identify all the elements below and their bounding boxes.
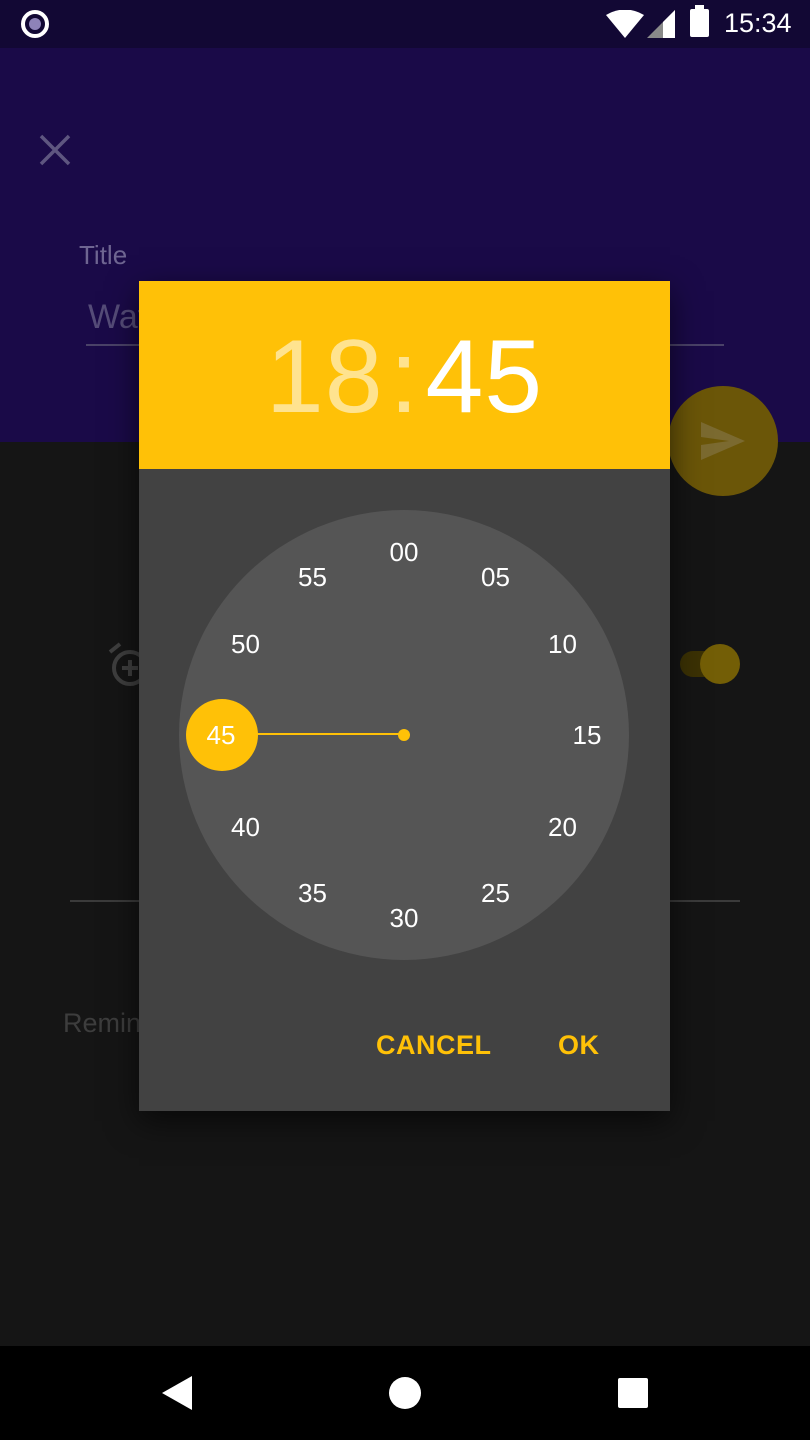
clock-number-20[interactable]: 20 <box>532 809 592 845</box>
status-bar: 15:34 <box>0 0 810 48</box>
reminder-toggle-knob[interactable] <box>700 644 740 684</box>
clock-number-35[interactable]: 35 <box>283 875 343 911</box>
wifi-icon <box>606 10 644 38</box>
close-icon[interactable] <box>38 133 72 167</box>
cancel-button[interactable]: CANCEL <box>376 1030 492 1061</box>
notification-dot-icon <box>21 10 49 38</box>
title-label: Title <box>79 240 128 270</box>
send-icon <box>701 422 745 460</box>
clock-number-50[interactable]: 50 <box>216 626 276 662</box>
signal-icon <box>647 10 675 38</box>
minute-display[interactable]: 45 <box>425 319 543 435</box>
clock-number-25[interactable]: 25 <box>466 875 526 911</box>
time-separator: : <box>389 319 420 435</box>
clock-number-15[interactable]: 15 <box>557 717 617 753</box>
battery-icon <box>690 5 709 37</box>
time-picker-dialog: 18:45 00 05 10 15 20 25 30 35 40 45 50 55 CANCEL OK <box>139 281 670 1111</box>
back-icon[interactable] <box>162 1376 192 1410</box>
clock-number-10[interactable]: 10 <box>532 626 592 662</box>
reminder-label: Remin <box>63 1008 142 1038</box>
clock-center-dot <box>398 729 410 741</box>
time-picker-header: 18:45 <box>139 281 670 469</box>
home-icon[interactable] <box>389 1377 421 1409</box>
clock-number-40[interactable]: 40 <box>216 809 276 845</box>
time-display: 18:45 <box>139 325 670 429</box>
clock-number-00[interactable]: 00 <box>374 534 434 570</box>
send-button[interactable] <box>668 386 778 496</box>
clock-number-30[interactable]: 30 <box>374 900 434 936</box>
hour-display[interactable]: 18 <box>266 319 384 435</box>
clock-number-45[interactable]: 45 <box>191 717 251 753</box>
ok-button[interactable]: OK <box>558 1030 600 1061</box>
screen: 15:34 Title Wat 3 Remin 18:45 00051 <box>0 0 810 1440</box>
clock-number-05[interactable]: 05 <box>466 559 526 595</box>
status-time: 15:34 <box>724 8 792 38</box>
clock-number-55[interactable]: 55 <box>283 559 343 595</box>
recents-icon[interactable] <box>618 1378 648 1408</box>
navigation-bar <box>0 1346 810 1440</box>
